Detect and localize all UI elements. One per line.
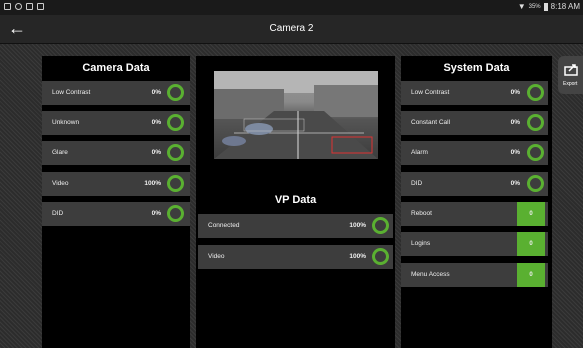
status-ring-icon [167,175,184,192]
notification-icon [4,3,11,10]
camera-data-row: Glare 0% [42,141,190,165]
system-counter-row: Logins 0 [401,232,548,256]
status-ring-icon [372,217,389,234]
status-ring-icon [527,84,544,101]
camera-feed-image[interactable] [214,71,378,159]
status-ring-icon [167,144,184,161]
street-scene-image [214,71,378,159]
notification-icon [37,3,44,10]
share-icon [564,64,578,76]
clock: 8:18 AM [550,2,580,11]
export-label: Export [563,81,578,87]
camera-data-row: Unknown 0% [42,111,190,135]
vp-data-title: VP Data [274,194,317,206]
notification-icon [15,3,22,10]
battery-icon [543,2,548,11]
system-data-title: System Data [443,62,510,74]
status-ring-icon [527,144,544,161]
system-data-row: DID 0% [401,172,548,196]
page-title: Camera 2 [269,23,314,34]
vp-data-row: Video 100% [198,245,393,269]
camera-data-row: Low Contrast 0% [42,81,190,105]
system-data-row: Constant Call 0% [401,111,548,135]
battery-percent: 35% [528,3,541,10]
counter-badge: 0 [517,263,545,287]
notification-icon [26,3,33,10]
camera-data-title: Camera Data [82,62,150,74]
status-bar: ▼ 35% 8:18 AM [0,0,583,15]
system-data-panel: System Data Low Contrast 0% Constant Cal… [401,56,552,348]
notification-icons [4,3,44,10]
system-counter-row: Menu Access 0 [401,263,548,287]
camera-data-panel: Camera Data Low Contrast 0% Unknown 0% G… [42,56,190,348]
status-ring-icon [372,248,389,265]
camera-data-row: DID 0% [42,202,190,226]
status-ring-icon [167,84,184,101]
app-bar: ← Camera 2 [0,15,583,44]
status-ring-icon [167,205,184,222]
status-ring-icon [167,114,184,131]
camera-data-row: Video 100% [42,172,190,196]
status-ring-icon [527,175,544,192]
counter-badge: 0 [517,232,545,256]
system-data-row: Alarm 0% [401,141,548,165]
system-counter-row: Reboot 0 [401,202,548,226]
system-data-row: Low Contrast 0% [401,81,548,105]
export-button[interactable]: Export [558,56,583,94]
vp-data-row: Connected 100% [198,214,393,238]
status-ring-icon [527,114,544,131]
wifi-icon: ▼ [517,2,526,11]
counter-badge: 0 [517,202,545,226]
